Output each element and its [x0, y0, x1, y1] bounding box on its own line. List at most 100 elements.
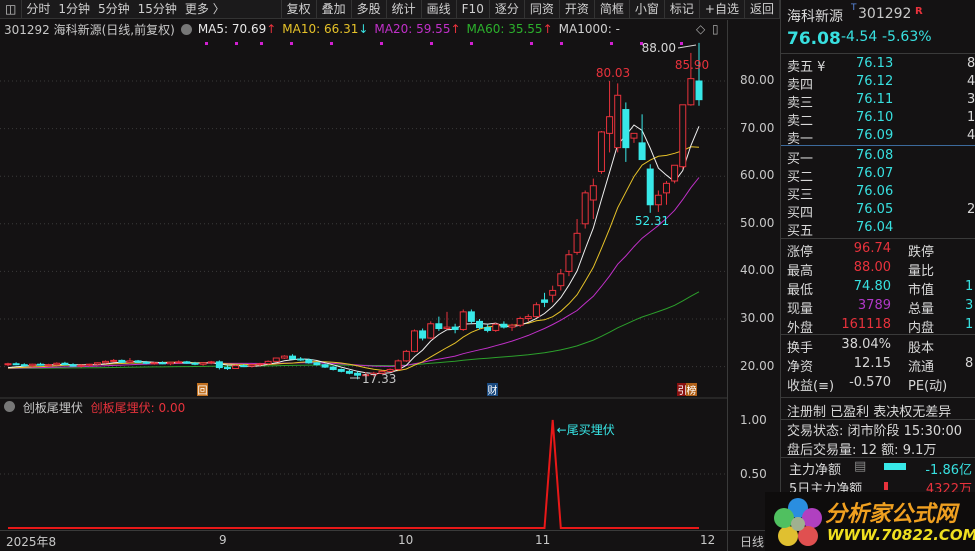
- list-item: 买三 76.06: [781, 184, 975, 203]
- list-item: 卖五 ¥ 76.13 8: [781, 56, 975, 75]
- signal-dot: [610, 42, 613, 45]
- toolbar-btn[interactable]: 返回: [745, 0, 780, 19]
- candle-body: [638, 142, 646, 161]
- last-price: 76.08: [787, 29, 841, 49]
- kline-chart: 88.0080.0385.9052.3117.33回财引榜←尾买埋伏: [0, 41, 727, 529]
- bottom-label: 17.33: [362, 372, 396, 386]
- quote-panel: 海科新源 T 301292 R 76.08 -4.54 -5.63% 卖五 ¥ 7…: [780, 0, 975, 551]
- tab-fenshi[interactable]: 分时: [22, 0, 54, 19]
- signal-dot: [380, 42, 383, 45]
- settings-dot-icon[interactable]: [180, 23, 192, 35]
- candle-body: [118, 359, 126, 363]
- flower-logo-icon: [774, 498, 822, 546]
- price-tick: 30.00: [740, 311, 775, 325]
- stat-label: 净资: [787, 360, 814, 375]
- candle-body: [476, 320, 484, 329]
- stat-value: 3: [965, 298, 974, 313]
- candle-body: [354, 372, 362, 376]
- candle-body: [4, 363, 12, 366]
- ask-volume: 3: [967, 92, 975, 107]
- price-tick: 80.00: [740, 73, 775, 87]
- ask-label: 卖二: [787, 114, 814, 129]
- panel-toggle-icon[interactable]: ◫: [0, 0, 23, 19]
- list-item: 现量 总量 3 3789: [781, 298, 975, 317]
- indicator-settings-icon[interactable]: [4, 401, 15, 412]
- toolbar-btn[interactable]: 统计: [387, 0, 422, 19]
- candle-body: [484, 327, 492, 331]
- x-tick: 12: [700, 533, 716, 547]
- candle-body: [597, 131, 605, 172]
- candle-body: [581, 192, 589, 225]
- price-tick: 70.00: [740, 120, 775, 135]
- list-item: 卖四 76.12 4: [781, 74, 975, 93]
- tab-more[interactable]: 更多 〉: [181, 0, 229, 19]
- stat-label: 市值: [908, 283, 935, 298]
- stat-value: 12.15: [853, 356, 891, 371]
- stat-value: 38.04%: [841, 337, 891, 352]
- candle-body: [102, 360, 110, 364]
- candle-body: [191, 362, 199, 365]
- toolbar-btn[interactable]: 复权: [280, 0, 317, 19]
- toolbar-btn[interactable]: 标记: [665, 0, 700, 19]
- tab-5min[interactable]: 5分钟: [94, 0, 134, 19]
- list-item: 买二 76.07: [781, 166, 975, 185]
- candle-body: [687, 78, 695, 106]
- x-axis: 2025年8 9 10 11 12 日线: [0, 530, 780, 551]
- stat-label: 现量: [787, 302, 814, 317]
- tab-15min[interactable]: 15分钟: [134, 0, 181, 19]
- candle-body: [297, 358, 305, 361]
- toolbar-btn[interactable]: +自选: [700, 0, 745, 19]
- toolbar-btn[interactable]: 开资: [560, 0, 595, 19]
- tab-1min[interactable]: 1分钟: [54, 0, 94, 19]
- toolbar-btn[interactable]: 叠加: [317, 0, 352, 19]
- indicator-legend: 创板尾埋伏 创板尾埋伏: 0.00: [4, 399, 185, 416]
- ind-tick: 1.00: [740, 413, 767, 427]
- candle-body: [459, 311, 467, 330]
- price-tick: 20.00: [740, 358, 775, 373]
- stat-value: 96.74: [853, 241, 891, 256]
- stat-label: 总量: [908, 302, 935, 317]
- signal-dot: [470, 42, 473, 45]
- diamond-icon[interactable]: ◇: [696, 22, 705, 36]
- toolbar-btn[interactable]: 同资: [525, 0, 560, 19]
- stat-label: 最低: [787, 283, 814, 298]
- signal-dot: [205, 42, 208, 45]
- candle-body: [256, 363, 264, 366]
- candle-body: [427, 323, 435, 339]
- toolbar-btn[interactable]: 画线: [422, 0, 457, 19]
- detail-icon[interactable]: ▤: [854, 459, 866, 474]
- candle-body: [695, 80, 703, 101]
- candle-body: [410, 330, 418, 352]
- stat-value: -0.570: [849, 375, 891, 390]
- toolbar-btn[interactable]: 小窗: [630, 0, 665, 19]
- stat-value: 1: [965, 279, 974, 294]
- ask-volume: 1: [967, 110, 975, 125]
- candle-body: [606, 116, 614, 134]
- candle-body: [215, 361, 223, 369]
- period-label[interactable]: 日线: [740, 533, 764, 550]
- candle-body: [272, 357, 280, 362]
- toolbar-btn[interactable]: 逐分: [490, 0, 525, 19]
- ma10-label: MA10: 66.31: [282, 22, 359, 36]
- stat-label: 股本: [908, 341, 935, 356]
- panel-icon[interactable]: ▯: [712, 22, 719, 36]
- candle-body: [248, 364, 256, 367]
- main-flow-label: 主力净额: [789, 463, 842, 478]
- t-tag: T: [851, 3, 857, 13]
- candle-body: [20, 364, 28, 367]
- toolbar-btn[interactable]: 多股: [352, 0, 387, 19]
- candle-body: [150, 362, 158, 365]
- event-marker-label: 榜: [687, 384, 697, 397]
- signal-dot: [330, 42, 333, 45]
- candle-body: [28, 363, 36, 367]
- flow-bar: [884, 482, 888, 490]
- ma5-label: MA5: 70.69: [197, 22, 267, 36]
- toolbar-btn[interactable]: F10: [457, 0, 490, 19]
- price-tick: 40.00: [740, 263, 775, 278]
- candle-body: [142, 361, 150, 364]
- ask-label: 卖三: [787, 96, 814, 111]
- signal-label: ←尾买埋伏: [557, 423, 615, 437]
- price-change: -4.54: [841, 29, 878, 45]
- candle-body: [264, 360, 272, 365]
- toolbar-btn[interactable]: 简框: [595, 0, 630, 19]
